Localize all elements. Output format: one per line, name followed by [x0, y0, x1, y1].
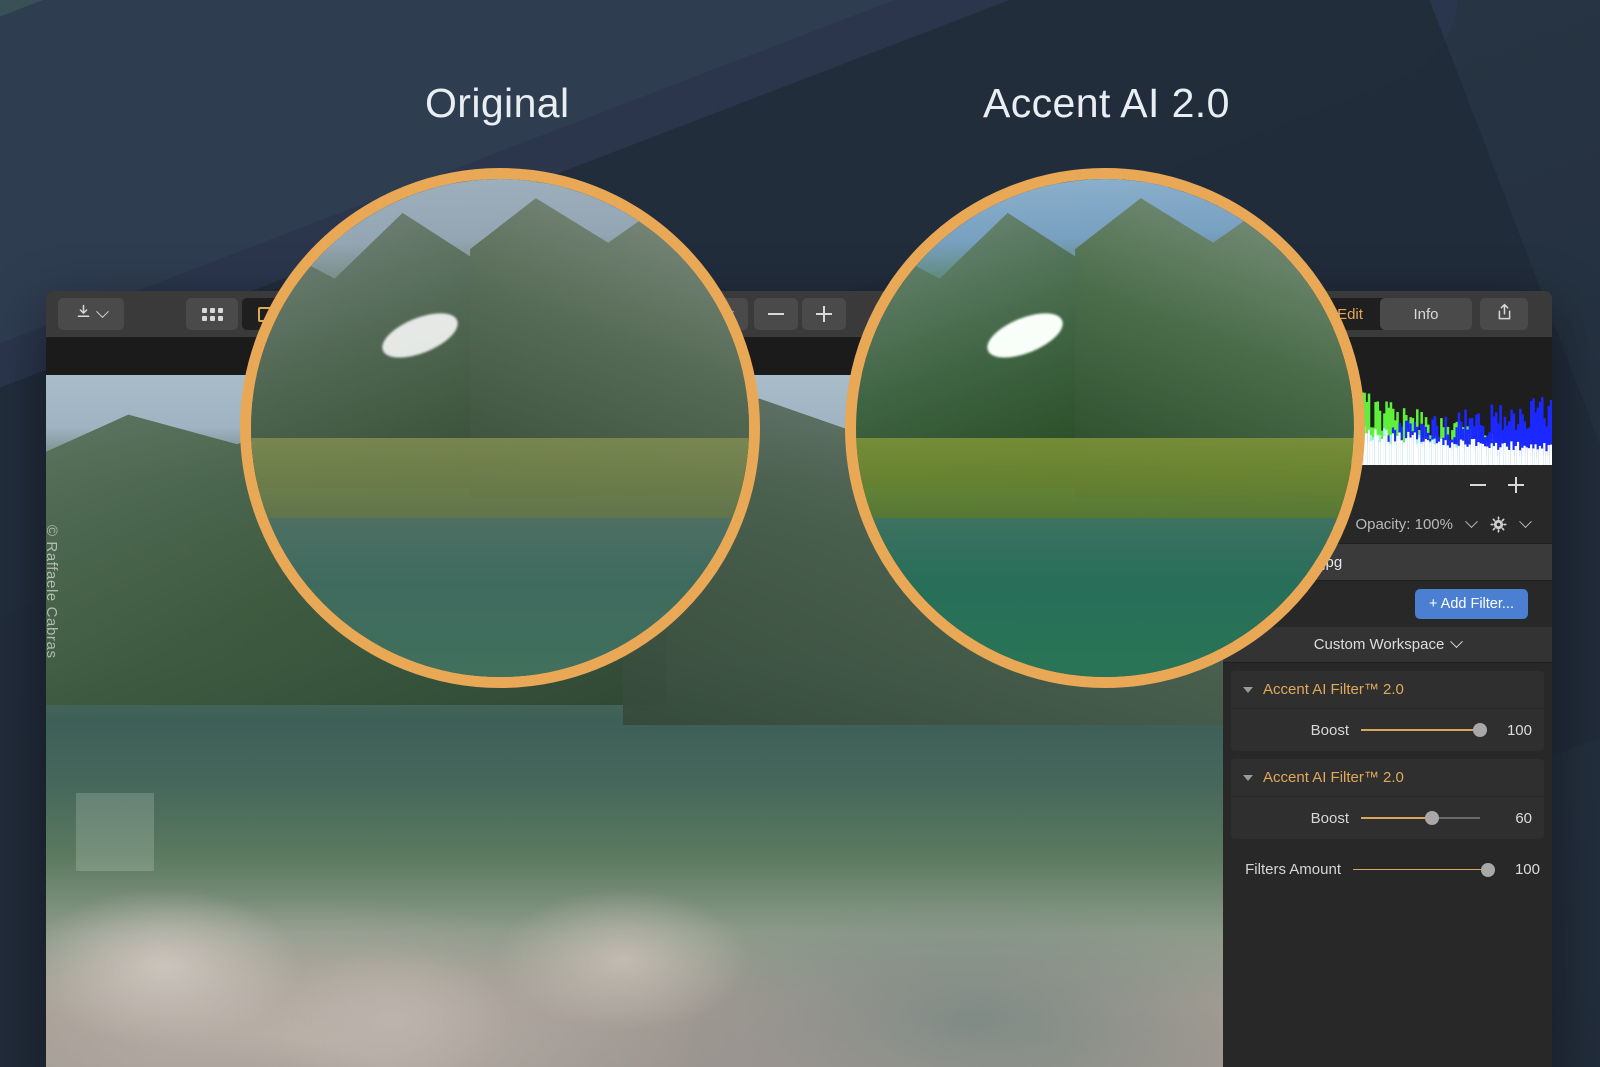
- tab-info[interactable]: Info: [1380, 298, 1472, 330]
- slider-fill: [1353, 868, 1488, 871]
- comparison-label-accent: Accent AI 2.0: [983, 80, 1230, 126]
- slider-fill: [1361, 817, 1433, 819]
- slider-value: 100: [1506, 721, 1532, 739]
- chevron-down-icon[interactable]: [1465, 514, 1478, 528]
- foreground-rocks: [46, 828, 836, 1067]
- filters-amount-label: Filters Amount: [1245, 861, 1341, 878]
- download-icon: [75, 303, 92, 325]
- magnifier-accent-content: [856, 179, 1354, 677]
- opacity-label[interactable]: Opacity: 100%: [1355, 516, 1453, 533]
- share-icon: [1496, 303, 1513, 326]
- chevron-down-icon: [96, 304, 109, 318]
- slider-label: Boost: [1310, 721, 1349, 739]
- boost-slider[interactable]: [1361, 722, 1487, 738]
- filter-header[interactable]: Accent AI Filter™ 2.0: [1231, 759, 1544, 797]
- slider-knob[interactable]: [1425, 811, 1440, 825]
- zoom-out-button[interactable]: [754, 298, 798, 330]
- slider-value: 60: [1515, 809, 1532, 827]
- magnified-water: [251, 517, 749, 677]
- slider-knob[interactable]: [1473, 723, 1487, 737]
- filter-body: Boost 60: [1231, 797, 1544, 839]
- gear-icon[interactable]: [1490, 515, 1507, 533]
- filter-card: Accent AI Filter™ 2.0 Boost 100: [1231, 671, 1544, 751]
- import-button[interactable]: [58, 298, 124, 330]
- triangle-down-icon[interactable]: [1243, 774, 1253, 781]
- plus-icon: [816, 306, 832, 322]
- magnified-water: [856, 517, 1354, 677]
- filters-amount-value: 100: [1514, 861, 1540, 878]
- grid-view-icon: [201, 307, 223, 321]
- boost-slider[interactable]: [1361, 810, 1480, 826]
- promo-stage: Original Accent AI 2.0 Info Raffaele Cab…: [0, 0, 1600, 1067]
- filters-amount-slider[interactable]: [1353, 862, 1495, 878]
- slider-knob[interactable]: [1481, 862, 1495, 877]
- share-button[interactable]: [1480, 298, 1528, 330]
- magnifier-original: [240, 168, 760, 688]
- chevron-down-icon[interactable]: [1519, 514, 1532, 528]
- filter-card: Accent AI Filter™ 2.0 Boost 60: [1231, 759, 1544, 839]
- filter-body: Boost 100: [1231, 709, 1544, 751]
- watermark-text: © Raffaele Cabras: [46, 525, 60, 659]
- chevron-down-icon: [1450, 635, 1464, 649]
- filters-amount-row: Filters Amount 100: [1223, 839, 1552, 878]
- tool-overlay-handle[interactable]: [76, 793, 154, 871]
- slider-label: Boost: [1310, 809, 1349, 827]
- magnifier-original-content: [251, 179, 749, 677]
- comparison-label-original: Original: [425, 80, 570, 126]
- triangle-down-icon[interactable]: [1243, 686, 1253, 693]
- zoom-in-button[interactable]: [802, 298, 846, 330]
- filter-title: Accent AI Filter™ 2.0: [1263, 681, 1404, 698]
- minus-icon[interactable]: [1470, 477, 1486, 493]
- filter-title: Accent AI Filter™ 2.0: [1263, 769, 1404, 786]
- minus-icon: [768, 306, 784, 322]
- slider-fill: [1361, 729, 1480, 731]
- plus-icon[interactable]: [1508, 477, 1524, 493]
- gallery-view-button[interactable]: [186, 298, 238, 330]
- add-filter-button[interactable]: + Add Filter...: [1414, 589, 1528, 619]
- magnifier-accent: [845, 168, 1365, 688]
